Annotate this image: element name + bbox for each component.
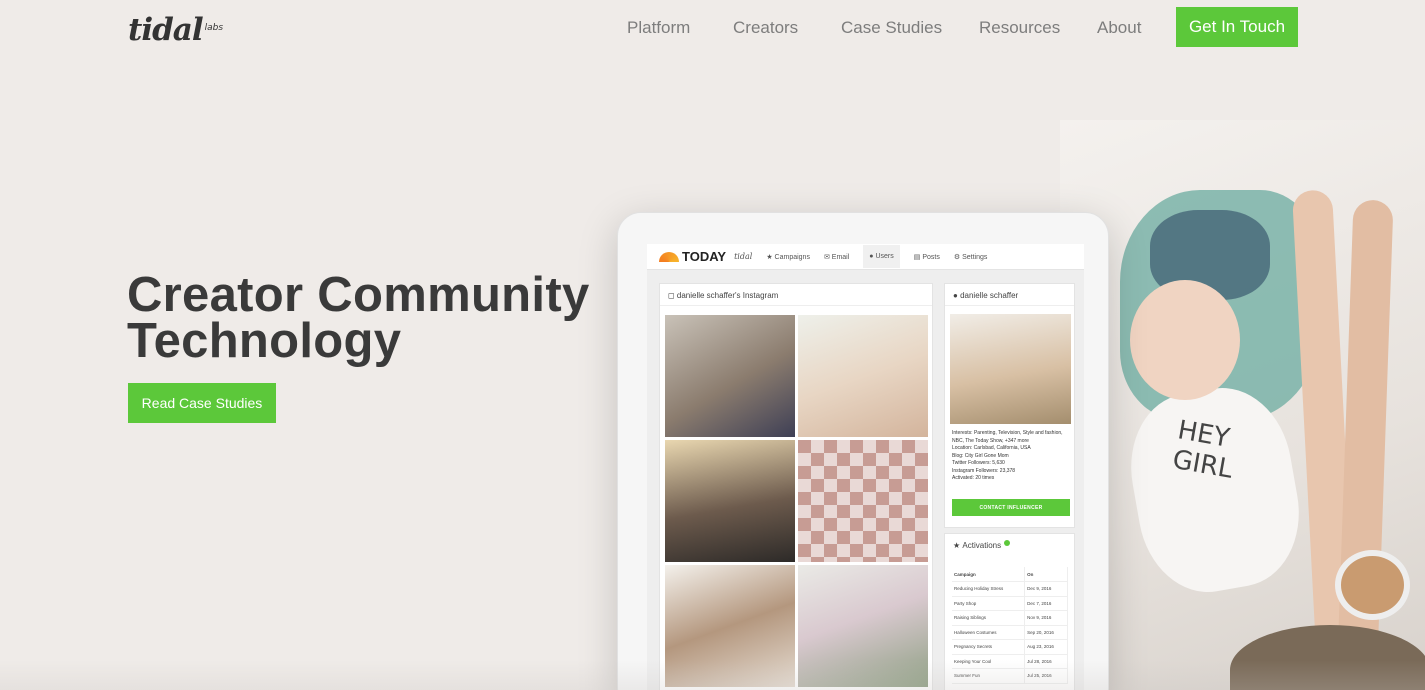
main-nav: Platform Creators Case Studies Resources… <box>0 0 1425 56</box>
nav-about[interactable]: About <box>1097 18 1141 38</box>
activations-badge <box>1004 539 1011 546</box>
nav-case-studies[interactable]: Case Studies <box>841 18 942 38</box>
profile-blog: Blog: City Girl Gone Mom <box>952 452 1009 459</box>
instagram-photo <box>798 315 928 437</box>
profile-twitter: Twitter Followers: 5,630 <box>952 460 1005 466</box>
today-logo: TODAY <box>659 249 726 264</box>
nav-resources[interactable]: Resources <box>979 18 1060 38</box>
instagram-panel-header: ◻ danielle schaffer's Instagram <box>660 284 932 306</box>
tab-campaigns: ★ Campaigns <box>766 253 810 261</box>
photo-mug <box>1335 550 1410 620</box>
bottom-fade <box>0 660 1425 690</box>
hero-lifestyle-photo: HEY GIRL <box>1060 120 1425 690</box>
rainbow-icon <box>659 251 679 262</box>
tab-settings: ⚙ Settings <box>953 253 988 261</box>
today-brand-text: TODAY <box>682 249 727 264</box>
get-in-touch-button[interactable]: Get In Touch <box>1176 7 1298 47</box>
activations-header: ★ Activations <box>945 534 1074 557</box>
profile-location: Location: Carlsbad, California, USA <box>952 445 1031 451</box>
table-row: Pregnancy Secrets Aug 23, 2016 <box>952 639 1068 655</box>
read-case-studies-button[interactable]: Read Case Studies <box>128 383 276 423</box>
tab-email: ✉ Email <box>823 253 850 261</box>
profile-interests: Interests: Parenting, Television, Style … <box>952 430 1063 444</box>
photo-baby-head <box>1130 280 1240 400</box>
table-row: Halloween Costumes Sep 20, 2016 <box>952 625 1068 640</box>
nav-platform[interactable]: Platform <box>627 18 690 38</box>
col-on: On <box>1024 567 1068 582</box>
profile-photo <box>950 314 1071 424</box>
tablet-screen: TODAY tidal ★ Campaigns ✉ Email ● Users … <box>647 244 1084 690</box>
tidal-mini-logo: tidal <box>734 252 753 261</box>
table-row: Party Shop Dec 7, 2016 <box>952 596 1068 611</box>
photo-baby-body <box>1118 377 1312 603</box>
profile-activated: Activated: 20 times <box>952 475 995 481</box>
profile-info: Interests: Parenting, Television, Style … <box>952 430 1072 483</box>
tab-users: ● Users <box>863 245 900 268</box>
photo-shirt-text: HEY GIRL <box>1170 415 1240 485</box>
hero-title: Creator Community Technology <box>127 268 590 368</box>
instagram-panel: ◻ danielle schaffer's Instagram <box>659 283 933 690</box>
instagram-photo <box>665 315 795 437</box>
table-row: Raising Siblings Nov 9, 2016 <box>952 610 1068 626</box>
contact-influencer-button: CONTACT INFLUENCER <box>952 499 1070 516</box>
profile-panel-header: ● danielle schaffer <box>945 284 1074 306</box>
instagram-photo <box>665 440 795 562</box>
hero-title-line2: Technology <box>127 314 402 368</box>
profile-panel: ● danielle schaffer Interests: Parenting… <box>944 283 1075 528</box>
dashboard-topbar: TODAY tidal ★ Campaigns ✉ Email ● Users … <box>647 244 1084 270</box>
instagram-grid <box>665 315 929 687</box>
table-row: Reducing Holiday Stress Dec 9, 2016 <box>952 581 1068 597</box>
tab-posts: ▤ Posts <box>913 253 940 261</box>
hero-title-line1: Creator Community <box>127 268 590 322</box>
profile-instagram: Instagram Followers: 23,378 <box>952 467 1016 474</box>
nav-creators[interactable]: Creators <box>733 18 798 38</box>
col-campaign: Campaign <box>952 567 1026 582</box>
instagram-photo <box>798 440 928 562</box>
tablet-mockup: TODAY tidal ★ Campaigns ✉ Email ● Users … <box>617 212 1109 690</box>
